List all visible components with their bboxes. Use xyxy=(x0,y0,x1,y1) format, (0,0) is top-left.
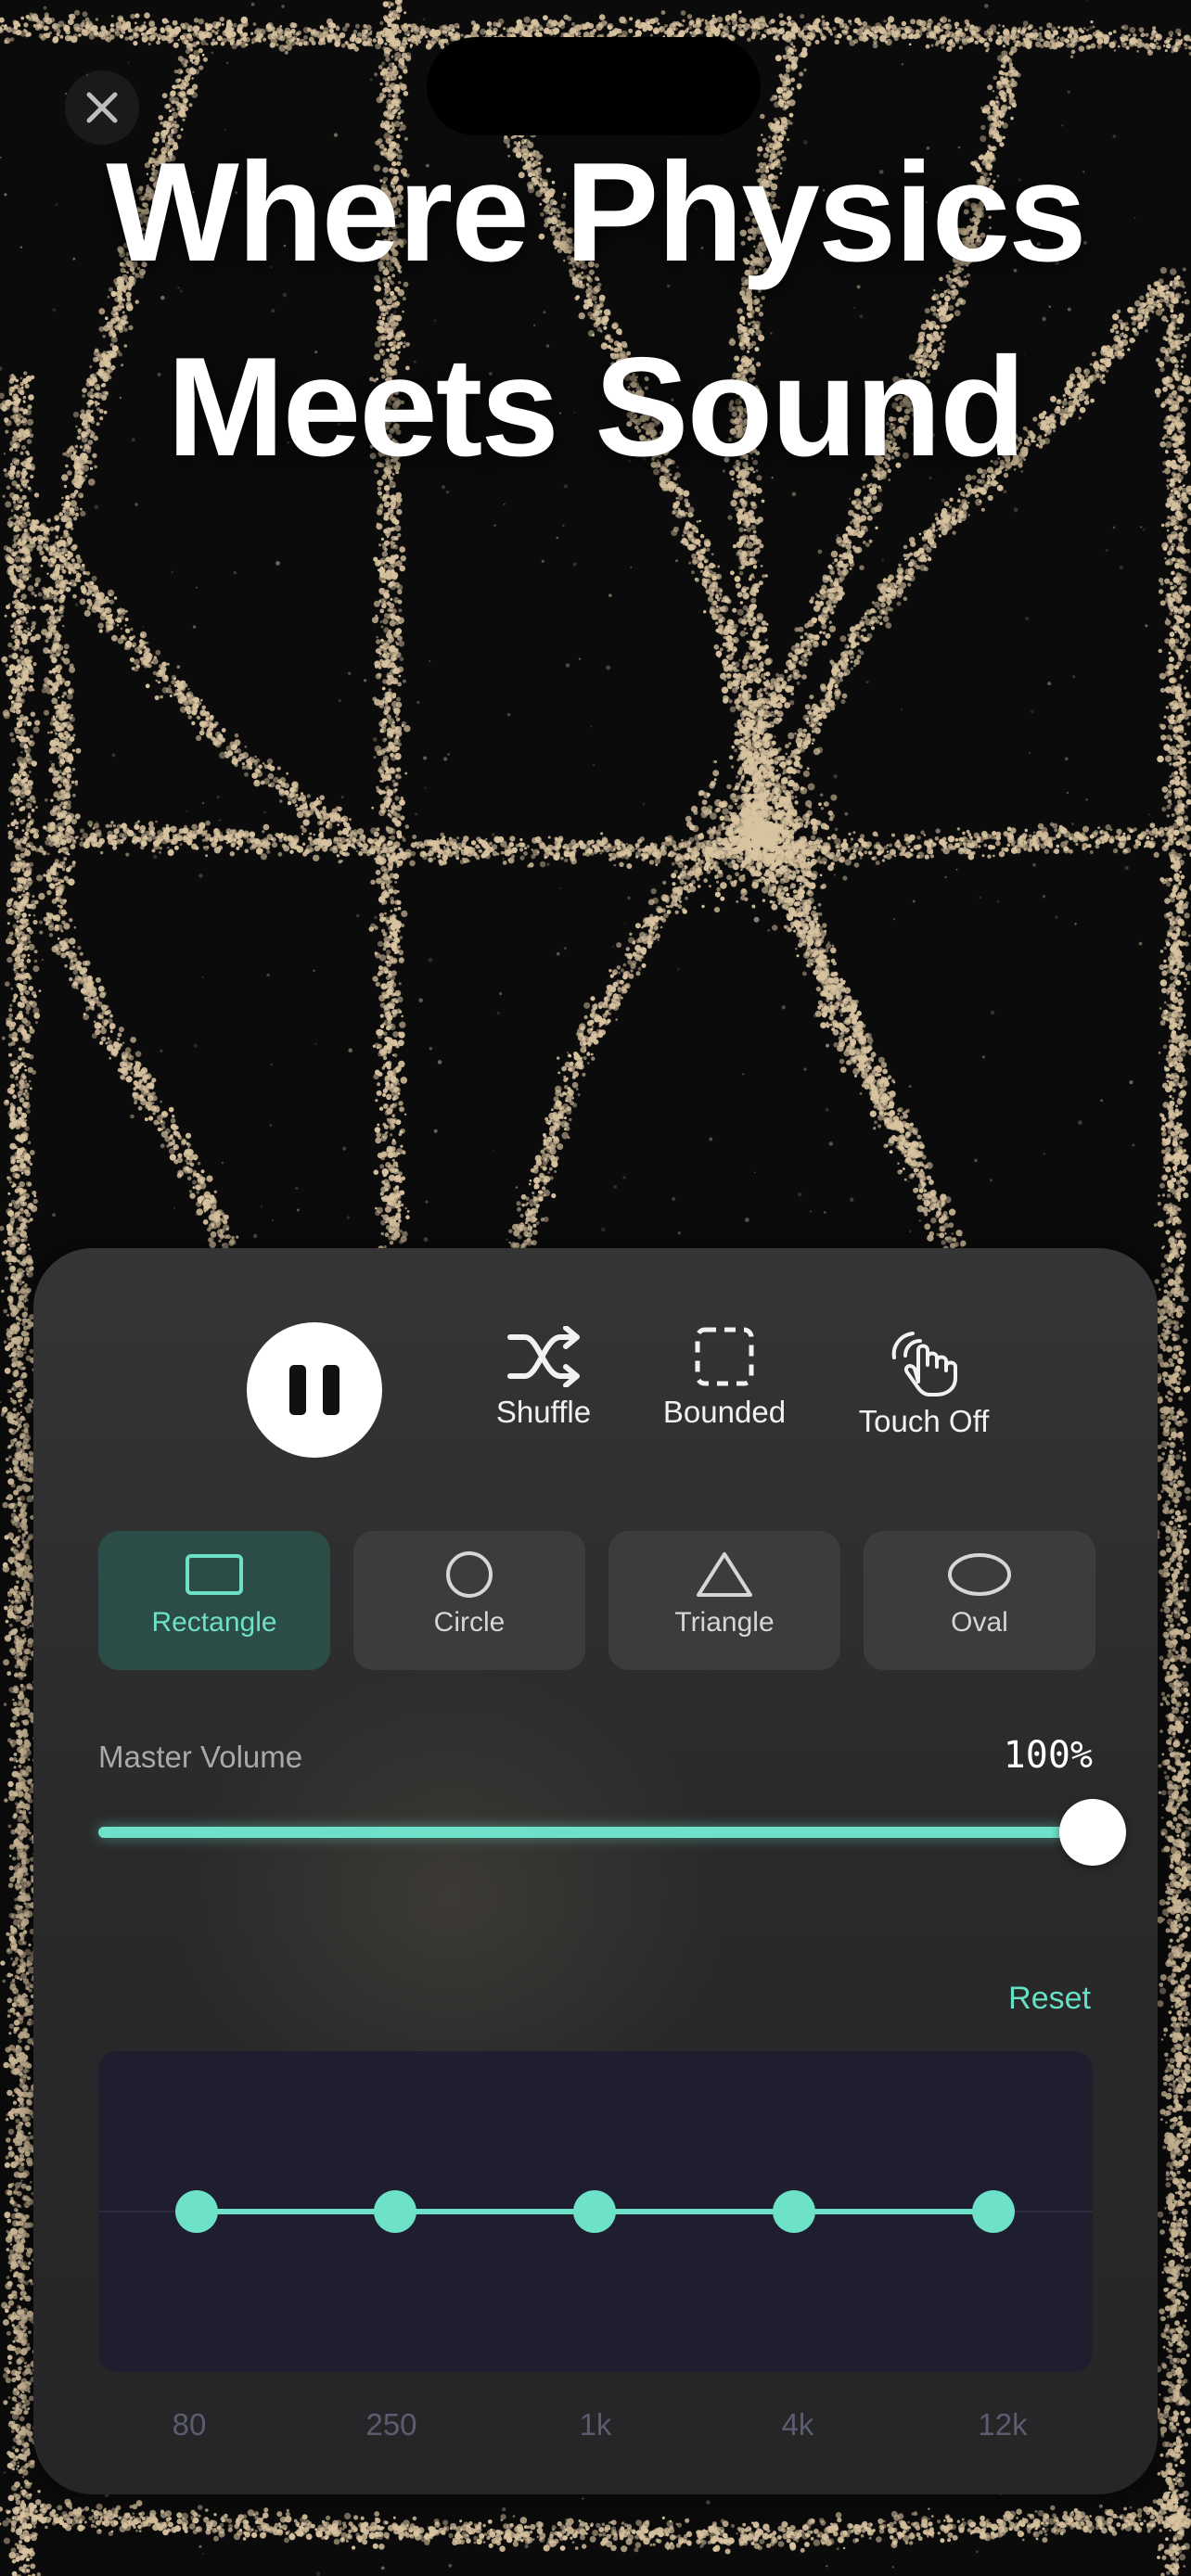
circle-icon xyxy=(446,1551,493,1598)
eq-band-handle-12k[interactable] xyxy=(972,2190,1015,2233)
equalizer-curve xyxy=(98,2190,1093,2233)
eq-band-label: 250 xyxy=(365,2407,417,2442)
shape-rectangle-button[interactable]: Rectangle xyxy=(98,1531,330,1670)
dashed-square-icon xyxy=(695,1327,754,1386)
eq-band-label: 12k xyxy=(978,2407,1028,2442)
master-volume-thumb[interactable] xyxy=(1059,1799,1126,1866)
shape-oval-button[interactable]: Oval xyxy=(864,1531,1095,1670)
hero-title-line-2: Meets Sound xyxy=(167,328,1026,486)
eq-band-handle-250[interactable] xyxy=(374,2190,416,2233)
rectangle-icon xyxy=(186,1554,243,1595)
hero-title-line-1: Where Physics xyxy=(106,134,1086,291)
shuffle-icon xyxy=(507,1326,580,1387)
shape-label-triangle: Triangle xyxy=(674,1607,775,1638)
visualizer-canvas[interactable]: Where Physics Meets Sound Shuffle Bounde… xyxy=(0,0,1191,2576)
hero-title: Where Physics Meets Sound xyxy=(0,115,1191,504)
eq-band-labels: 80 250 1k 4k 12k xyxy=(33,2407,1158,2444)
eq-band-handle-1k[interactable] xyxy=(573,2190,616,2233)
control-panel: Shuffle Bounded Touch Off Rectangle Circ… xyxy=(33,1248,1158,2494)
hand-tap-icon xyxy=(891,1332,957,1396)
eq-band-handle-4k[interactable] xyxy=(773,2190,815,2233)
oval-icon xyxy=(948,1553,1011,1596)
master-volume-value: 100% xyxy=(1003,1734,1093,1777)
pause-button[interactable] xyxy=(247,1322,382,1458)
equalizer-graph[interactable] xyxy=(98,2051,1093,2372)
shape-triangle-button[interactable]: Triangle xyxy=(608,1531,840,1670)
triangle-icon xyxy=(697,1552,752,1597)
master-volume-label: Master Volume xyxy=(98,1740,303,1774)
shape-label-oval: Oval xyxy=(951,1607,1008,1638)
eq-band-label: 1k xyxy=(579,2407,612,2442)
shuffle-button[interactable]: Shuffle xyxy=(451,1326,636,1456)
master-volume-fill xyxy=(98,1827,1093,1838)
bounded-button[interactable]: Bounded xyxy=(627,1326,822,1456)
master-volume-slider[interactable] xyxy=(98,1799,1126,1866)
eq-band-handle-80[interactable] xyxy=(175,2190,218,2233)
eq-reset-button[interactable]: Reset xyxy=(1008,1981,1091,2017)
bounded-label: Bounded xyxy=(662,1395,787,1429)
shape-label-circle: Circle xyxy=(433,1607,506,1638)
shape-circle-button[interactable]: Circle xyxy=(353,1531,585,1670)
pause-icon xyxy=(289,1365,306,1415)
touch-toggle-button[interactable]: Touch Off xyxy=(813,1326,1035,1456)
shape-label-rectangle: Rectangle xyxy=(151,1607,277,1638)
shuffle-label: Shuffle xyxy=(495,1395,592,1429)
eq-band-label: 4k xyxy=(781,2407,814,2442)
eq-band-label: 80 xyxy=(172,2407,207,2442)
touch-label: Touch Off xyxy=(858,1404,990,1438)
